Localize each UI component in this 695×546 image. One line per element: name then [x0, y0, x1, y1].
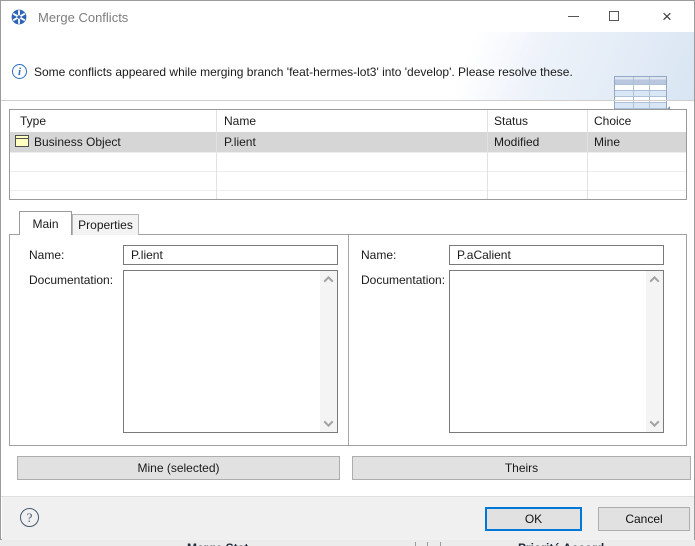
background-divider-fragment — [440, 542, 441, 546]
banner-message: Some conflicts appeared while merging br… — [34, 65, 573, 79]
cancel-button[interactable]: Cancel — [598, 507, 690, 531]
row-type-cell: Business Object — [34, 135, 121, 149]
theirs-name-label: Name: — [361, 248, 397, 262]
ok-button-label: OK — [524, 512, 543, 526]
tab-main-label: Main — [32, 216, 59, 231]
column-divider — [487, 110, 488, 199]
scroll-down-icon[interactable] — [320, 415, 337, 432]
mine-name-input[interactable] — [123, 245, 338, 265]
background-text-fragment: Priorité Accord — [518, 542, 604, 546]
column-divider — [587, 110, 588, 199]
background-text-fragment: Merge Stat — [187, 542, 248, 546]
conflict-table: Type Name Status Choice Business Object … — [9, 109, 687, 200]
column-divider — [216, 110, 217, 199]
screen: Merge Conflicts × i Some conflicts appea… — [0, 0, 695, 546]
mine-button[interactable]: Mine (selected) — [17, 456, 340, 480]
tab-content-panel: Name: Documentation: Name: Documentation… — [9, 234, 687, 446]
theirs-doc-scrollbar[interactable] — [646, 271, 663, 432]
theirs-documentation-box — [449, 270, 664, 433]
business-object-icon — [15, 135, 29, 147]
scroll-down-icon[interactable] — [646, 415, 663, 432]
app-icon — [11, 9, 27, 25]
column-header-type[interactable]: Type — [20, 114, 46, 128]
close-button[interactable]: × — [651, 3, 683, 29]
cancel-button-label: Cancel — [625, 512, 663, 526]
merge-conflicts-dialog: Merge Conflicts × i Some conflicts appea… — [0, 0, 695, 540]
panel-divider — [348, 235, 349, 445]
table-empty-row — [10, 190, 686, 191]
scroll-up-icon[interactable] — [320, 271, 337, 288]
theirs-button[interactable]: Theirs — [352, 456, 691, 480]
column-header-name[interactable]: Name — [224, 114, 256, 128]
maximize-icon — [609, 11, 619, 21]
table-empty-row — [10, 152, 686, 153]
column-header-choice[interactable]: Choice — [594, 114, 631, 128]
background-divider-fragment — [415, 542, 416, 546]
close-icon: × — [662, 6, 672, 26]
mine-doc-scrollbar[interactable] — [320, 271, 337, 432]
background-app-strip: Merge Stat Priorité Accord — [0, 540, 695, 546]
theirs-documentation-textarea[interactable] — [450, 271, 646, 432]
mine-documentation-label: Documentation: — [29, 273, 114, 287]
row-choice-cell: Mine — [594, 135, 621, 149]
theirs-name-input[interactable] — [449, 245, 664, 265]
banner-separator — [1, 100, 694, 101]
row-status-cell: Modified — [494, 135, 540, 149]
footer-bar: ? OK Cancel — [2, 497, 694, 540]
table-empty-row — [10, 171, 686, 172]
theirs-documentation-label: Documentation: — [361, 273, 446, 287]
title-bar: Merge Conflicts × — [1, 1, 694, 32]
tab-properties[interactable]: Properties — [72, 214, 139, 235]
maximize-button[interactable] — [598, 3, 630, 29]
mine-name-label: Name: — [29, 248, 65, 262]
mine-documentation-textarea[interactable] — [124, 271, 320, 432]
window-title: Merge Conflicts — [38, 10, 129, 25]
help-button[interactable]: ? — [20, 508, 39, 527]
background-divider-fragment — [427, 542, 428, 546]
theirs-button-label: Theirs — [504, 461, 539, 475]
message-banner: i Some conflicts appeared while merging … — [2, 32, 694, 122]
mine-documentation-box — [123, 270, 338, 433]
ok-button[interactable]: OK — [485, 507, 582, 531]
help-icon: ? — [26, 509, 33, 525]
column-header-status[interactable]: Status — [494, 114, 528, 128]
minimize-icon — [567, 15, 579, 17]
tab-main[interactable]: Main — [19, 211, 72, 235]
row-name-cell: P.lient — [224, 135, 256, 149]
scroll-up-icon[interactable] — [646, 271, 663, 288]
tab-properties-label: Properties — [78, 218, 133, 232]
info-icon: i — [12, 64, 27, 79]
mine-button-label: Mine (selected) — [137, 461, 220, 475]
minimize-button[interactable] — [557, 3, 589, 29]
